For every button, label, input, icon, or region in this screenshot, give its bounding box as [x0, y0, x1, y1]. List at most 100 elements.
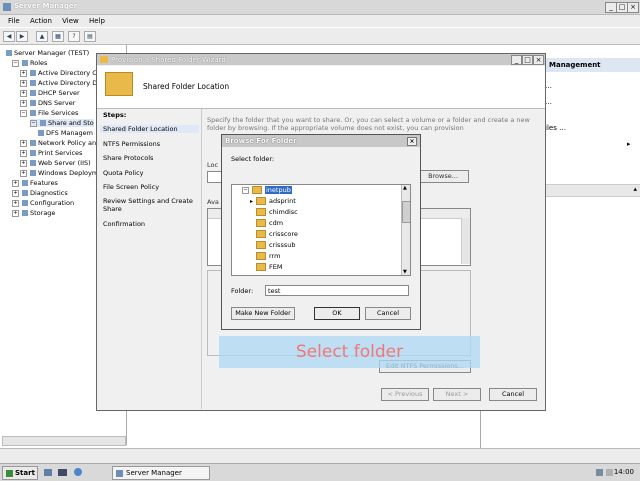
- previous-button[interactable]: < Previous: [381, 388, 429, 401]
- back-arrow-icon[interactable]: ◀: [3, 31, 15, 42]
- wizard-minimize-button[interactable]: _: [511, 55, 522, 65]
- menu-help[interactable]: Help: [89, 17, 105, 25]
- action-item[interactable]: …: [545, 98, 552, 106]
- role-icon: [30, 70, 36, 76]
- collapse-icon[interactable]: −: [242, 186, 249, 194]
- close-button[interactable]: ×: [627, 2, 639, 13]
- step-ntfs-permissions: NTFS Permissions: [103, 140, 161, 148]
- show-hide-tree-icon[interactable]: ▦: [52, 31, 64, 42]
- folder-node[interactable]: crisssub: [256, 241, 295, 249]
- collapse-icon[interactable]: −: [20, 109, 27, 117]
- tree-item-dhcp[interactable]: + DHCP Server: [20, 89, 80, 97]
- expand-icon[interactable]: +: [20, 89, 27, 97]
- browse-cancel-button[interactable]: Cancel: [365, 307, 411, 320]
- start-button[interactable]: Start: [2, 466, 38, 480]
- tree-item-diagnostics[interactable]: + Diagnostics: [12, 189, 68, 197]
- folder-node[interactable]: FEM: [256, 263, 282, 271]
- tree-horizontal-scrollbar[interactable]: [2, 436, 126, 446]
- collapse-icon[interactable]: −: [30, 119, 37, 127]
- folder-node[interactable]: crisscore: [256, 230, 298, 238]
- folder-tree[interactable]: − inetpub ▸ adsprint chimdisc cdm crisscor…: [231, 184, 411, 276]
- step-confirmation: Confirmation: [103, 220, 146, 228]
- folder-node[interactable]: rrm: [256, 252, 280, 260]
- folder-name-input[interactable]: test: [265, 285, 409, 296]
- tree-item-dns[interactable]: + DNS Server: [20, 99, 75, 107]
- folder-node[interactable]: ▸ adsprint: [250, 197, 296, 205]
- browse-button[interactable]: Browse...: [417, 170, 469, 183]
- tree-item-configuration[interactable]: + Configuration: [12, 199, 74, 207]
- ok-button[interactable]: OK: [314, 307, 360, 320]
- folder-node[interactable]: chimdisc: [256, 208, 298, 216]
- folder-node[interactable]: cdm: [256, 219, 283, 227]
- scroll-up-icon[interactable]: ▲: [403, 185, 407, 191]
- tree-item-share-storage[interactable]: − Share and Sto: [30, 119, 94, 127]
- menu-bar: File Action View Help: [0, 15, 640, 27]
- scroll-down-icon[interactable]: ▼: [403, 269, 407, 275]
- help-icon[interactable]: ?: [68, 31, 80, 42]
- tree-item-roles[interactable]: − Roles: [12, 59, 47, 67]
- tree-item-npas[interactable]: + Network Policy an: [20, 139, 96, 147]
- expand-icon[interactable]: +: [20, 149, 27, 157]
- expand-icon[interactable]: +: [12, 199, 19, 207]
- tree-item-ad-ds[interactable]: + Active Directory D: [20, 79, 97, 87]
- network-tray-icon[interactable]: [596, 469, 603, 476]
- cancel-button[interactable]: Cancel: [489, 388, 537, 401]
- menu-action[interactable]: Action: [30, 17, 52, 25]
- step-file-screen-policy: File Screen Policy: [103, 183, 160, 191]
- volume-tray-icon[interactable]: [606, 469, 613, 476]
- steps-heading: Steps:: [103, 111, 127, 119]
- expand-icon[interactable]: +: [12, 179, 19, 187]
- expand-icon[interactable]: +: [20, 69, 27, 77]
- make-new-folder-button[interactable]: Make New Folder: [231, 307, 295, 320]
- tree-item-file-services[interactable]: − File Services: [20, 109, 78, 117]
- folder-node-inetpub[interactable]: − inetpub: [242, 186, 292, 194]
- tree-item-ad-cs[interactable]: + Active Directory C: [20, 69, 97, 77]
- step-share-protocols: Share Protocols: [103, 154, 154, 162]
- browse-dialog-titlebar: Browse For Folder ×: [222, 135, 420, 147]
- chevron-right-icon[interactable]: ▸: [627, 140, 631, 148]
- tree-item-server-manager[interactable]: Server Manager (TEST): [6, 49, 89, 57]
- properties-icon[interactable]: ▤: [84, 31, 96, 42]
- up-folder-icon[interactable]: ▲: [36, 31, 48, 42]
- ie-quicklaunch-icon[interactable]: [74, 468, 82, 476]
- volumes-list-scrollbar[interactable]: [461, 218, 470, 264]
- wizard-header: Shared Folder Location: [97, 66, 545, 109]
- taskbar-clock[interactable]: 14:00: [614, 468, 634, 476]
- close-icon[interactable]: ×: [407, 137, 417, 146]
- tree-item-print[interactable]: + Print Services: [20, 149, 82, 157]
- wizard-close-button[interactable]: ×: [533, 55, 544, 65]
- tree-item-iis[interactable]: + Web Server (IIS): [20, 159, 91, 167]
- folder-label: Folder:: [231, 287, 254, 295]
- wizard-maximize-button[interactable]: □: [522, 55, 533, 65]
- select-folder-prompt: Select folder:: [231, 155, 275, 163]
- expand-icon[interactable]: +: [12, 209, 19, 217]
- taskbar-server-manager[interactable]: Server Manager: [112, 466, 210, 480]
- expand-icon[interactable]: +: [12, 189, 19, 197]
- next-button[interactable]: Next >: [433, 388, 481, 401]
- storage-icon: [22, 210, 28, 216]
- server-manager-quicklaunch-icon[interactable]: [44, 469, 52, 476]
- collapse-icon[interactable]: −: [12, 59, 19, 67]
- menu-view[interactable]: View: [62, 17, 79, 25]
- tree-item-features[interactable]: + Features: [12, 179, 58, 187]
- expand-icon[interactable]: +: [20, 139, 27, 147]
- menu-file[interactable]: File: [8, 17, 20, 25]
- role-icon: [30, 100, 36, 106]
- folder-icon: [256, 241, 266, 249]
- action-item[interactable]: …: [545, 82, 552, 90]
- tree-item-storage[interactable]: + Storage: [12, 209, 55, 217]
- instruction-overlay: Select folder: [219, 336, 480, 368]
- expand-icon[interactable]: +: [20, 169, 27, 177]
- location-label: Loc: [207, 161, 219, 169]
- collapse-arrow-icon[interactable]: ▴: [633, 185, 637, 193]
- expand-icon[interactable]: +: [20, 159, 27, 167]
- action-item[interactable]: iles …: [545, 124, 566, 132]
- forward-arrow-icon[interactable]: ▶: [16, 31, 28, 42]
- expand-icon[interactable]: +: [20, 99, 27, 107]
- folder-tree-scrollbar[interactable]: ▲ ▼: [401, 185, 410, 275]
- tree-item-dfs[interactable]: DFS Managem: [38, 129, 93, 137]
- expand-icon[interactable]: +: [20, 79, 27, 87]
- tree-item-wds[interactable]: + Windows Deploym: [20, 169, 98, 177]
- cmd-quicklaunch-icon[interactable]: [58, 469, 67, 476]
- scroll-thumb[interactable]: [402, 201, 410, 223]
